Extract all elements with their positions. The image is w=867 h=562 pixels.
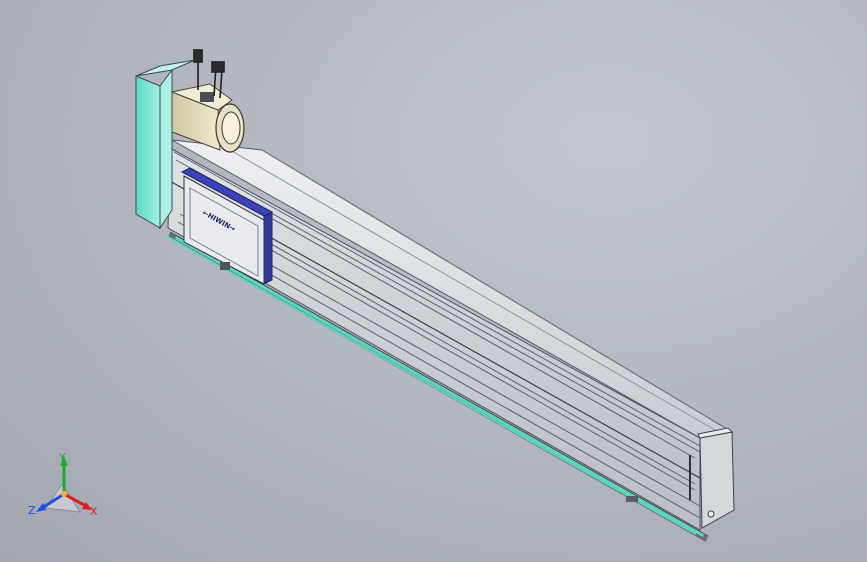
x-axis-label: X (90, 505, 98, 518)
linear-actuator-model[interactable]: ←HIWIN→ (0, 0, 867, 562)
z-axis-label: Z (28, 504, 36, 517)
y-axis-label: Y (59, 451, 66, 464)
carriage-sensor (220, 262, 230, 270)
limit-sensor (626, 496, 638, 502)
cad-viewport[interactable]: ←HIWIN→ Y X Z (0, 0, 867, 562)
